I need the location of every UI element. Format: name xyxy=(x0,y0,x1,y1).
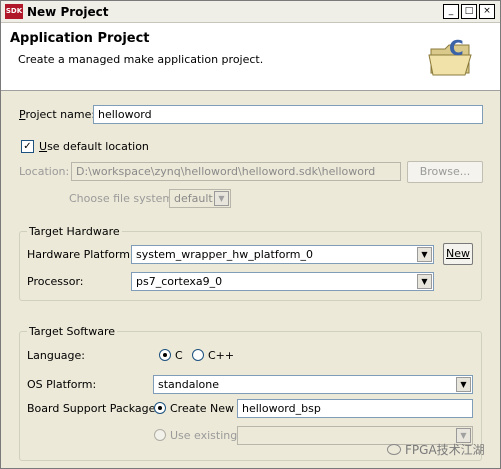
hardware-platform-select[interactable]: system_wrapper_hw_platform_0 ▼ xyxy=(131,245,434,264)
new-hardware-button[interactable]: New xyxy=(443,243,473,265)
minimize-button[interactable]: _ xyxy=(443,4,459,19)
title-bar[interactable]: SDK New Project _ □ × xyxy=(1,1,500,23)
os-platform-value: standalone xyxy=(158,378,220,391)
svg-text:C: C xyxy=(449,36,464,60)
language-cpp-label[interactable]: C++ xyxy=(208,349,234,362)
hardware-platform-label: Hardware Platform: xyxy=(27,248,134,261)
language-cpp-radio[interactable] xyxy=(192,349,204,361)
chevron-down-icon: ▼ xyxy=(214,191,229,206)
project-name-input[interactable]: helloword xyxy=(93,105,483,124)
new-project-dialog: SDK New Project _ □ × Application Projec… xyxy=(0,0,501,469)
bsp-label: Board Support Package: xyxy=(27,402,160,415)
hardware-platform-value: system_wrapper_hw_platform_0 xyxy=(136,248,313,261)
watermark: FPGA技术江湖 xyxy=(387,441,485,458)
window-title: New Project xyxy=(27,5,109,19)
maximize-button[interactable]: □ xyxy=(461,4,477,19)
processor-select[interactable]: ps7_cortexa9_0 ▼ xyxy=(131,272,434,291)
chevron-down-icon: ▼ xyxy=(417,274,432,289)
bsp-name-input[interactable]: helloword_bsp xyxy=(237,399,473,418)
location-label: Location: xyxy=(19,165,70,178)
target-hardware-title: Target Hardware xyxy=(27,225,122,238)
wizard-banner: Application Project Create a managed mak… xyxy=(1,23,500,91)
processor-label: Processor: xyxy=(27,275,84,288)
use-existing-bsp-radio[interactable] xyxy=(154,429,166,441)
wechat-icon xyxy=(387,444,401,455)
page-title: Application Project xyxy=(10,31,150,46)
target-software-title: Target Software xyxy=(27,325,118,338)
browse-button[interactable]: Browse... xyxy=(407,161,483,183)
use-default-location-checkbox[interactable]: ✓ xyxy=(21,140,34,153)
file-system-label: Choose file system: xyxy=(69,192,177,205)
sdk-app-icon: SDK xyxy=(5,4,23,19)
use-existing-bsp-label[interactable]: Use existing xyxy=(170,429,237,442)
chevron-down-icon: ▼ xyxy=(417,247,432,262)
create-new-bsp-radio[interactable] xyxy=(154,402,166,414)
os-platform-select[interactable]: standalone ▼ xyxy=(153,375,473,394)
use-default-location-label[interactable]: Use default location xyxy=(39,140,149,153)
page-description: Create a managed make application projec… xyxy=(18,53,264,66)
folder-c-icon: C xyxy=(428,36,472,76)
close-button[interactable]: × xyxy=(479,4,495,19)
language-c-label[interactable]: C xyxy=(175,349,183,362)
project-name-label: Project name: xyxy=(19,108,96,121)
processor-value: ps7_cortexa9_0 xyxy=(136,275,223,288)
file-system-select[interactable]: default ▼ xyxy=(169,189,231,208)
os-platform-label: OS Platform: xyxy=(27,378,97,391)
location-input[interactable]: D:\workspace\zynq\helloword\helloword.sd… xyxy=(71,162,401,181)
language-label: Language: xyxy=(27,349,85,362)
chevron-down-icon: ▼ xyxy=(456,377,471,392)
create-new-bsp-label[interactable]: Create New xyxy=(170,402,234,415)
language-c-radio[interactable] xyxy=(159,349,171,361)
file-system-value: default xyxy=(174,192,213,205)
